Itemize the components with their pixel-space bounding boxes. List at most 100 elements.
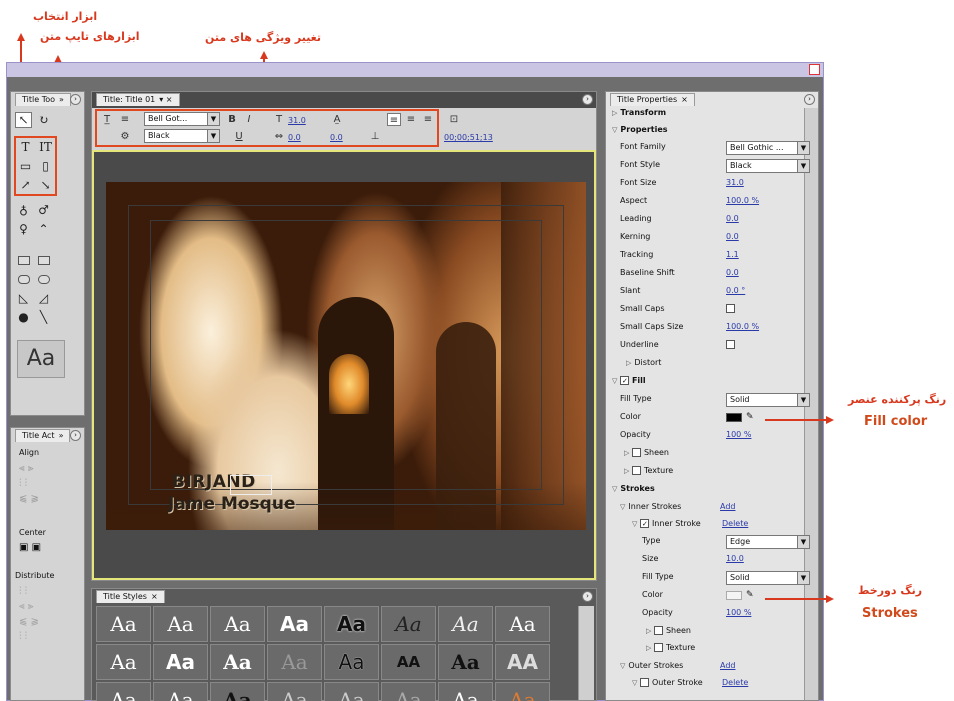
rounded-corner-rect-tool-icon[interactable] bbox=[35, 271, 52, 287]
show-video-icon[interactable]: ⊡ bbox=[447, 113, 461, 126]
center-buttons[interactable]: ▣ ▣ bbox=[19, 542, 41, 553]
align-center-icon[interactable]: ≡ bbox=[404, 113, 418, 126]
fill-type-select[interactable]: Solid ▼ bbox=[726, 393, 810, 407]
style-swatch[interactable]: AA bbox=[495, 644, 550, 680]
styles-scrollbar[interactable] bbox=[578, 606, 594, 700]
leading-field[interactable]: 0.0 bbox=[726, 212, 739, 226]
tracking-field[interactable]: 1.1 bbox=[726, 248, 739, 262]
wedge-tool-icon[interactable]: ◺ bbox=[15, 290, 32, 306]
properties-header[interactable]: ▽ Properties bbox=[612, 123, 812, 139]
strokes-header[interactable]: ▽ Strokes bbox=[612, 482, 812, 498]
stroke-type-select[interactable]: Edge ▼ bbox=[726, 535, 810, 549]
style-swatch[interactable]: Aa bbox=[96, 682, 151, 701]
fill-opacity-field[interactable]: 100 % bbox=[726, 428, 751, 442]
title-text-jame-mosque[interactable]: Jame Mosque bbox=[168, 494, 295, 514]
align-right-icon[interactable]: ≡ bbox=[421, 113, 435, 126]
font-style-dropdown[interactable]: Black ▼ bbox=[144, 129, 220, 143]
fill-color-swatch[interactable] bbox=[726, 413, 742, 422]
eyedropper-icon[interactable]: ✎ bbox=[746, 410, 754, 424]
transform-header[interactable]: ▷ Transform bbox=[612, 106, 812, 122]
align-left-icon[interactable]: ≡ bbox=[387, 113, 401, 126]
stroke-size-field[interactable]: 10.0 bbox=[726, 552, 744, 566]
area-type-tool-icon[interactable]: ▭ bbox=[17, 158, 34, 174]
style-swatch[interactable]: Aa bbox=[438, 644, 493, 680]
window-close-button[interactable] bbox=[809, 64, 820, 75]
selection-tool-icon[interactable]: ↖ bbox=[15, 112, 32, 128]
style-swatch[interactable]: Aa bbox=[153, 644, 208, 680]
style-swatch[interactable]: Aa bbox=[438, 682, 493, 701]
convert-anchor-tool-icon[interactable]: ⌃ bbox=[35, 221, 52, 237]
aspect-field[interactable]: 100.0 % bbox=[726, 194, 759, 208]
font-family-select[interactable]: Bell Gothic ... ▼ bbox=[726, 141, 810, 155]
stroke-sheen-checkbox[interactable] bbox=[654, 626, 664, 635]
timecode-value[interactable]: 00;00;51;13 bbox=[444, 133, 493, 142]
roll-crawl-icon[interactable]: ≡ bbox=[118, 113, 132, 126]
tab-stops-icon[interactable]: ⊥ bbox=[368, 130, 382, 143]
delete-anchor-tool-icon[interactable]: ♂ bbox=[35, 202, 52, 218]
tab-title-properties[interactable]: Title Properties × bbox=[610, 93, 695, 106]
tab-title-styles[interactable]: Title Styles × bbox=[96, 590, 165, 603]
panel-menu-icon[interactable]: › bbox=[582, 591, 593, 602]
style-swatch[interactable]: AA bbox=[381, 644, 436, 680]
inner-strokes-add-link[interactable]: Add bbox=[720, 500, 736, 514]
stroke-texture[interactable]: ▷ Texture bbox=[612, 641, 812, 657]
style-swatch[interactable]: Aa bbox=[267, 644, 322, 680]
font-size-field[interactable]: 31.0 bbox=[726, 176, 744, 190]
line-tool-icon[interactable]: ╲ bbox=[35, 309, 52, 325]
fill-sheen[interactable]: ▷ Sheen bbox=[612, 446, 812, 462]
bold-icon[interactable]: B bbox=[225, 113, 239, 126]
outer-strokes-add-link[interactable]: Add bbox=[720, 659, 736, 673]
style-swatch[interactable]: Aa bbox=[153, 606, 208, 642]
tab-title-tools[interactable]: Title Too» bbox=[15, 93, 71, 106]
distribute-buttons[interactable]: ⫶ ⫶ ⫷ ⫸ ⫹ ⫺ ⫶ ⫶ bbox=[19, 584, 59, 644]
tab-title-actions[interactable]: Title Act» bbox=[15, 429, 71, 442]
style-swatch[interactable]: Aa bbox=[267, 682, 322, 701]
rectangle-tool-icon[interactable] bbox=[15, 252, 32, 268]
text-box-icon[interactable]: T̲ bbox=[100, 113, 114, 126]
style-swatch[interactable]: Aa bbox=[210, 682, 265, 701]
style-swatch[interactable]: Aa bbox=[495, 606, 550, 642]
fill-checkbox[interactable]: ✓ bbox=[620, 376, 630, 385]
small-caps-size-field[interactable]: 100.0 % bbox=[726, 320, 759, 334]
panel-menu-icon[interactable]: › bbox=[70, 94, 81, 105]
inner-stroke-delete-link[interactable]: Delete bbox=[722, 517, 748, 531]
small-caps-checkbox[interactable] bbox=[726, 304, 735, 313]
underline-checkbox[interactable] bbox=[726, 340, 735, 349]
style-swatch[interactable]: Aa bbox=[381, 606, 436, 642]
add-anchor-tool-icon[interactable]: ♀ bbox=[15, 221, 32, 237]
vertical-area-type-tool-icon[interactable]: ▯ bbox=[37, 158, 54, 174]
panel-menu-icon[interactable]: › bbox=[582, 94, 593, 105]
tab-title-01[interactable]: Title: Title 01 ▾ × bbox=[96, 93, 180, 106]
stroke-opacity-field[interactable]: 100 % bbox=[726, 606, 751, 620]
slant-field[interactable]: 0.0 ° bbox=[726, 284, 745, 298]
font-size-value[interactable]: 31.0 bbox=[288, 116, 306, 125]
style-swatch[interactable]: Aa bbox=[324, 644, 379, 680]
font-style-select[interactable]: Black ▼ bbox=[726, 159, 810, 173]
type-tool-icon[interactable]: T bbox=[17, 139, 34, 155]
style-swatch[interactable]: Aa bbox=[96, 606, 151, 642]
fill-texture[interactable]: ▷ Texture bbox=[612, 464, 812, 480]
kerning-value[interactable]: 0.0 bbox=[288, 133, 301, 142]
style-swatch[interactable]: Aa bbox=[495, 682, 550, 701]
stroke-texture-checkbox[interactable] bbox=[654, 643, 664, 652]
italic-icon[interactable]: I bbox=[242, 113, 256, 126]
clipped-rectangle-tool-icon[interactable] bbox=[35, 252, 52, 268]
stroke-fill-type-select[interactable]: Solid ▼ bbox=[726, 571, 810, 585]
eyedropper-icon[interactable]: ✎ bbox=[746, 588, 754, 602]
outer-stroke-checkbox[interactable] bbox=[640, 678, 650, 687]
vertical-type-tool-icon[interactable]: IT bbox=[37, 139, 54, 155]
panel-menu-icon[interactable]: › bbox=[804, 94, 815, 105]
inner-stroke-checkbox[interactable]: ✓ bbox=[640, 519, 650, 528]
distort-group[interactable]: ▷ Distort bbox=[612, 356, 812, 372]
style-swatch[interactable]: Aa bbox=[381, 682, 436, 701]
underline-icon[interactable]: U bbox=[232, 130, 246, 143]
align-buttons[interactable]: ⫷ ⫸ ⫶ ⫶ ⫹ ⫺ bbox=[19, 461, 59, 507]
baseline-shift-field[interactable]: 0.0 bbox=[726, 266, 739, 280]
style-swatch[interactable]: Aa bbox=[96, 644, 151, 680]
leading-value[interactable]: 0.0 bbox=[330, 133, 343, 142]
sheen-checkbox[interactable] bbox=[632, 448, 642, 457]
templates-icon[interactable]: ⚙ bbox=[118, 130, 132, 143]
style-swatch[interactable]: Aa bbox=[210, 644, 265, 680]
path-type-tool-icon[interactable]: ↗ bbox=[17, 177, 34, 193]
stroke-color-swatch[interactable] bbox=[726, 591, 742, 600]
